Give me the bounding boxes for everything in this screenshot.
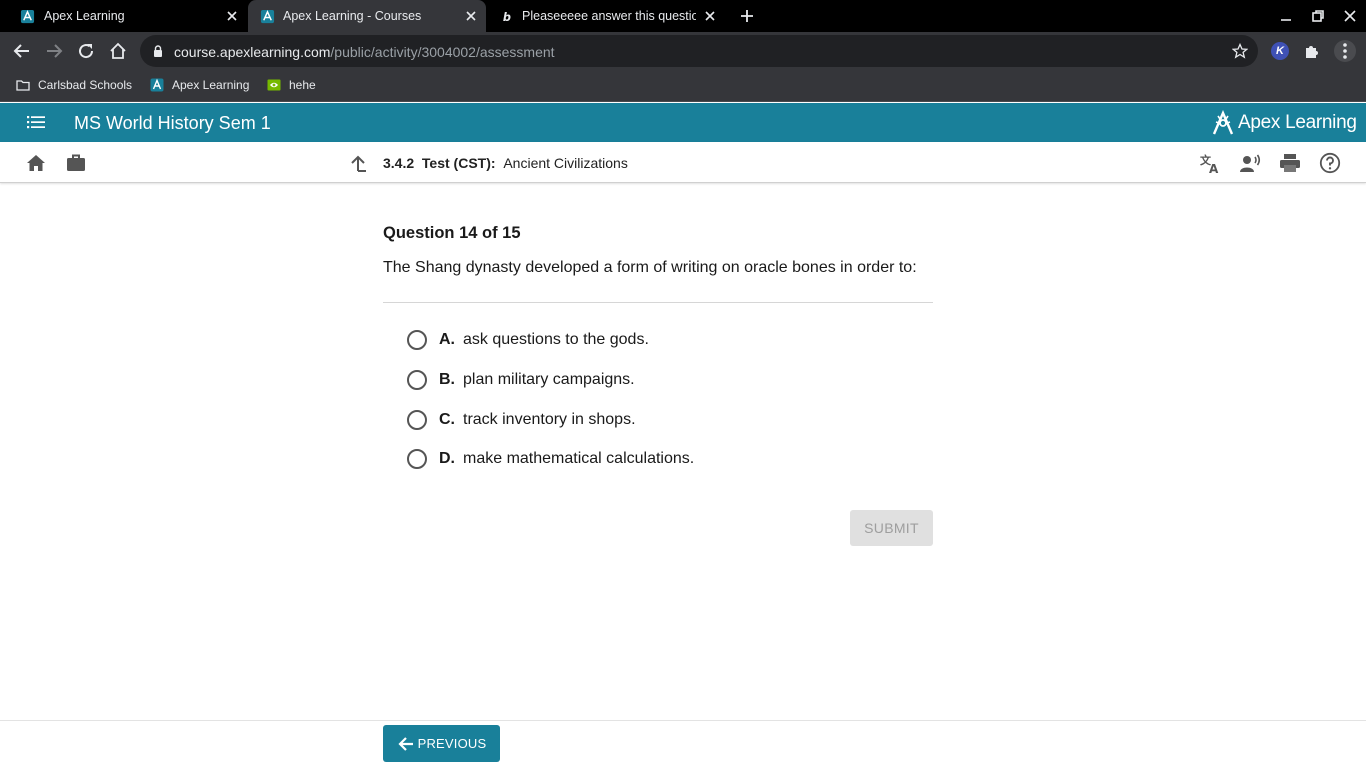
briefcase-icon[interactable] — [65, 152, 87, 174]
up-arrow-icon[interactable] — [347, 152, 369, 174]
choice-letter: B. — [439, 371, 455, 388]
activity-number: 3.4.2 — [383, 155, 415, 171]
radio-button[interactable] — [407, 410, 427, 430]
choice-letter: C. — [439, 411, 455, 428]
reload-icon[interactable] — [76, 41, 96, 61]
new-tab-icon[interactable] — [739, 8, 755, 24]
print-icon[interactable] — [1279, 152, 1301, 174]
browser-tab-strip: Apex Learning Apex Learning - Courses b … — [0, 0, 1366, 32]
choice-letter: D. — [439, 450, 455, 467]
choice-text: ask questions to the gods. — [463, 331, 649, 348]
choice-text: plan military campaigns. — [463, 371, 635, 388]
tab-apex-learning[interactable]: Apex Learning — [0, 0, 248, 32]
choice-letter: A. — [439, 331, 455, 348]
activity-title: Ancient Civilizations — [503, 155, 628, 171]
question-counter: Question 14 of 15 — [383, 224, 521, 242]
forward-arrow-icon[interactable] — [44, 41, 64, 61]
home-icon[interactable] — [108, 41, 128, 61]
divider — [383, 302, 933, 303]
url-host: course.apexlearning.com — [174, 44, 331, 60]
submit-button[interactable]: SUBMIT — [850, 510, 933, 546]
tab-title: Apex Learning — [44, 9, 125, 23]
apex-logo-mark-icon — [1212, 110, 1234, 135]
bookmark-label: Carlsbad Schools — [38, 78, 133, 92]
lock-icon — [154, 45, 162, 57]
previous-button[interactable]: PREVIOUS — [383, 725, 500, 762]
apex-favicon-icon — [260, 9, 275, 24]
activity-breadcrumb: 3.4.2 Test (CST): Ancient Civilizations — [383, 155, 628, 171]
translate-icon[interactable]: 文A — [1199, 152, 1221, 174]
close-icon[interactable] — [225, 9, 239, 23]
answer-choice-a[interactable]: A. ask questions to the gods. — [407, 329, 649, 351]
url-text: course.apexlearning.com/public/activity/… — [174, 44, 555, 60]
bookmarks-bar: Carlsbad Schools Apex Learning hehe — [0, 70, 1366, 102]
url-path: /public/activity/3004002/assessment — [330, 44, 555, 60]
bookmark-star-icon[interactable] — [1232, 43, 1248, 59]
previous-label: PREVIOUS — [417, 736, 487, 751]
help-icon[interactable] — [1319, 152, 1341, 174]
radio-button[interactable] — [407, 449, 427, 469]
answer-choice-c[interactable]: C. track inventory in shops. — [407, 409, 636, 431]
tab-apex-courses[interactable]: Apex Learning - Courses — [248, 0, 486, 32]
tab-title: Apex Learning - Courses — [283, 9, 422, 23]
bookmark-hehe[interactable]: hehe — [267, 77, 316, 93]
answer-choice-d[interactable]: D. make mathematical calculations. — [407, 448, 694, 470]
text-to-speech-icon[interactable] — [1239, 152, 1261, 174]
svg-text:A: A — [1209, 162, 1219, 174]
minimize-icon[interactable] — [1278, 8, 1294, 24]
nvidia-icon — [267, 79, 281, 91]
radio-button[interactable] — [407, 370, 427, 390]
footer-divider — [0, 720, 1366, 721]
folder-icon — [16, 80, 30, 91]
apex-favicon-icon — [150, 78, 164, 92]
extensions-puzzle-icon[interactable] — [1303, 42, 1321, 60]
question-prompt: The Shang dynasty developed a form of wr… — [383, 259, 917, 276]
radio-button[interactable] — [407, 330, 427, 350]
choice-text: track inventory in shops. — [463, 411, 636, 428]
bookmark-label: Apex Learning — [172, 78, 250, 92]
activity-type: Test (CST): — [421, 155, 496, 171]
tab-title: Pleaseeeee answer this question — [522, 9, 696, 23]
restore-icon[interactable] — [1310, 8, 1326, 24]
bookmark-label: hehe — [289, 78, 316, 92]
apex-logo-text: Apex Learning — [1238, 112, 1357, 133]
browser-menu-icon[interactable] — [1334, 40, 1356, 62]
address-bar[interactable]: course.apexlearning.com/public/activity/… — [140, 35, 1258, 67]
close-icon[interactable] — [464, 9, 478, 23]
home-icon[interactable] — [25, 152, 47, 174]
choice-text: make mathematical calculations. — [463, 450, 695, 467]
activity-toolbar — [0, 142, 1366, 183]
bookmark-carlsbad-schools[interactable]: Carlsbad Schools — [16, 77, 132, 93]
brainly-favicon-icon: b — [503, 11, 511, 24]
answer-choice-b[interactable]: B. plan military campaigns. — [407, 369, 635, 391]
apex-logo: Apex Learning — [1212, 109, 1357, 137]
close-window-icon[interactable] — [1342, 8, 1358, 24]
svg-text:b: b — [503, 11, 511, 24]
menu-list-icon[interactable] — [26, 112, 46, 132]
browser-toolbar: course.apexlearning.com/public/activity/… — [0, 32, 1366, 70]
tab-brainly-question[interactable]: b Pleaseeeee answer this question — [486, 0, 726, 32]
arrow-left-icon — [398, 736, 413, 751]
bookmark-apex-learning[interactable]: Apex Learning — [150, 77, 249, 93]
close-icon[interactable] — [703, 9, 717, 23]
extension-k-icon[interactable]: K — [1271, 42, 1289, 60]
course-title: MS World History Sem 1 — [74, 113, 271, 133]
apex-favicon-icon — [20, 9, 35, 24]
back-arrow-icon[interactable] — [12, 41, 32, 61]
